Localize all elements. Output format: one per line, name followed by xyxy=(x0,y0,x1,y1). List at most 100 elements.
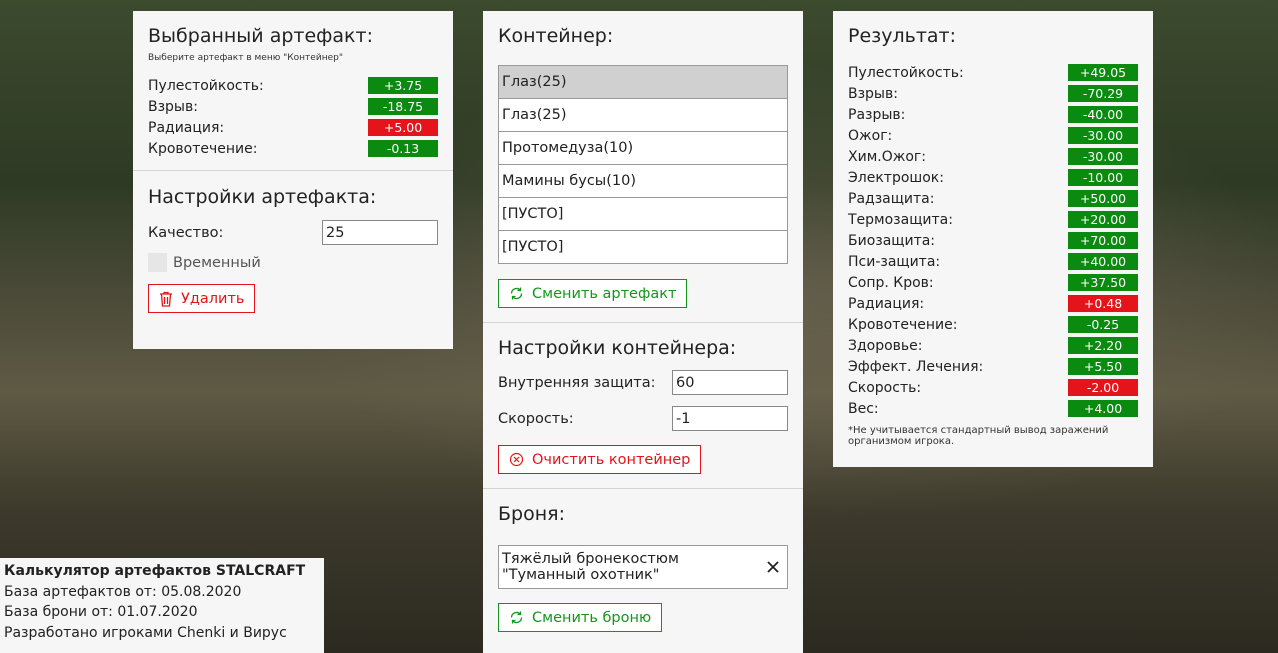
stat-row: Пси-защита: +40.00 xyxy=(848,251,1138,272)
close-icon[interactable] xyxy=(767,561,779,573)
clear-container-label: Очистить контейнер xyxy=(532,451,691,468)
stat-label: Эффект. Лечения: xyxy=(848,358,984,375)
stat-label: Скорость: xyxy=(848,379,922,396)
result-stats: Пулестойкость: +49.05 Взрыв: -70.29 Разрыв: -… xyxy=(848,62,1138,419)
container-slot[interactable]: Мамины бусы(10) xyxy=(499,164,787,197)
clear-container-wrap: Очистить контейнер xyxy=(498,445,788,474)
stat-label: Электрошок: xyxy=(848,169,944,186)
delete-wrap: Удалить xyxy=(148,284,438,313)
info-artifacts-db: База артефактов от: 05.08.2020 xyxy=(4,583,242,600)
temporary-label: Временный xyxy=(173,254,261,271)
stat-value: -2.00 xyxy=(1068,379,1138,396)
stat-row: Ожог: -30.00 xyxy=(848,125,1138,146)
stat-value: +3.75 xyxy=(368,77,438,94)
stat-label: Радиация: xyxy=(848,295,925,312)
info-authors: Разработано игроками Chenki и Вирус xyxy=(4,624,287,641)
stat-row: Скорость: -2.00 xyxy=(848,377,1138,398)
selected-artifact-panel: Выбранный артефакт: Выберите артефакт в … xyxy=(133,11,453,349)
container-panel: Контейнер: Глаз(25) Глаз(25) Протомедуза… xyxy=(483,11,803,653)
stat-value: +40.00 xyxy=(1068,253,1138,270)
speed-input[interactable] xyxy=(672,406,788,431)
protection-row: Внутренняя защита: xyxy=(498,370,788,395)
refresh-icon xyxy=(509,286,524,301)
stat-value: +37.50 xyxy=(1068,274,1138,291)
clear-container-button[interactable]: Очистить контейнер xyxy=(498,445,702,474)
stat-label: Ожог: xyxy=(848,127,893,144)
container-slot[interactable]: [ПУСТО] xyxy=(499,230,787,263)
info-armor-db: База брони от: 01.07.2020 xyxy=(4,604,198,620)
result-title: Результат: xyxy=(848,25,957,47)
stat-row: Сопр. Кров: +37.50 xyxy=(848,272,1138,293)
stat-label: Вес: xyxy=(848,400,879,417)
change-armor-label: Сменить броню xyxy=(532,609,652,626)
info-box: Калькулятор артефактов STALCRAFT База ар… xyxy=(0,558,324,653)
stat-row: Эффект. Лечения: +5.50 xyxy=(848,356,1138,377)
stat-row: Пулестойкость: +49.05 xyxy=(848,62,1138,83)
speed-label: Скорость: xyxy=(498,410,574,427)
artifact-settings-title: Настройки артефакта: xyxy=(148,186,377,208)
stat-row: Электрошок: -10.00 xyxy=(848,167,1138,188)
stat-row: Хим.Ожог: -30.00 xyxy=(848,146,1138,167)
stat-row: Пулестойкость: +3.75 xyxy=(148,75,438,96)
container-slot[interactable]: Глаз(25) xyxy=(499,66,787,98)
change-armor-wrap: Сменить броню xyxy=(498,603,788,632)
container-slot[interactable]: Глаз(25) xyxy=(499,98,787,131)
stat-value: -0.13 xyxy=(368,140,438,157)
stat-label: Здоровье: xyxy=(848,337,923,354)
armor-selected-name: Тяжёлый бронекостюм "Туманный охотник" xyxy=(502,551,679,583)
stat-value: +20.00 xyxy=(1068,211,1138,228)
container-slot[interactable]: [ПУСТО] xyxy=(499,197,787,230)
stat-label: Взрыв: xyxy=(148,98,198,115)
delete-label: Удалить xyxy=(181,290,245,307)
stat-label: Пси-защита: xyxy=(848,253,941,270)
trash-icon xyxy=(159,291,173,307)
protection-label: Внутренняя защита: xyxy=(498,374,656,391)
armor-title: Броня: xyxy=(498,503,565,525)
stat-value: -30.00 xyxy=(1068,127,1138,144)
stat-row: Взрыв: -18.75 xyxy=(148,96,438,117)
stat-row: Радиация: +0.48 xyxy=(848,293,1138,314)
stat-row: Разрыв: -40.00 xyxy=(848,104,1138,125)
quality-label: Качество: xyxy=(148,224,224,241)
change-armor-button[interactable]: Сменить броню xyxy=(498,603,663,632)
stat-row: Вес: +4.00 xyxy=(848,398,1138,419)
stat-label: Разрыв: xyxy=(848,106,906,123)
info-title: Калькулятор артефактов STALCRAFT xyxy=(4,563,306,579)
container-title: Контейнер: xyxy=(498,25,614,47)
delete-button[interactable]: Удалить xyxy=(148,284,256,313)
protection-input[interactable] xyxy=(672,370,788,395)
selected-artifact-stats: Пулестойкость: +3.75 Взрыв: -18.75 Радиа… xyxy=(148,75,438,159)
temporary-checkbox[interactable] xyxy=(148,253,167,272)
stat-row: Радзащита: +50.00 xyxy=(848,188,1138,209)
clear-circle-icon xyxy=(509,452,524,467)
armor-selected-box[interactable]: Тяжёлый бронекостюм "Туманный охотник" xyxy=(498,545,788,589)
stat-label: Взрыв: xyxy=(848,85,898,102)
change-artifact-wrap: Сменить артефакт xyxy=(498,279,788,308)
selected-artifact-hint: Выберите артефакт в меню "Контейнер" xyxy=(148,53,343,63)
stat-value: +50.00 xyxy=(1068,190,1138,207)
stat-label: Термозащита: xyxy=(848,211,953,228)
stat-value: -0.25 xyxy=(1068,316,1138,333)
stat-value: -18.75 xyxy=(368,98,438,115)
stat-value: -10.00 xyxy=(1068,169,1138,186)
stat-row: Биозащита: +70.00 xyxy=(848,230,1138,251)
selected-artifact-title: Выбранный артефакт: xyxy=(148,25,373,47)
stat-value: +2.20 xyxy=(1068,337,1138,354)
stat-value: -30.00 xyxy=(1068,148,1138,165)
stat-label: Пулестойкость: xyxy=(148,77,264,94)
stat-label: Биозащита: xyxy=(848,232,936,249)
stat-value: -40.00 xyxy=(1068,106,1138,123)
change-artifact-button[interactable]: Сменить артефакт xyxy=(498,279,688,308)
container-slot[interactable]: Протомедуза(10) xyxy=(499,131,787,164)
stat-value: +70.00 xyxy=(1068,232,1138,249)
quality-input[interactable] xyxy=(322,220,438,245)
stat-label: Радиация: xyxy=(148,119,225,136)
stat-value: +49.05 xyxy=(1068,64,1138,81)
result-footnote: *Не учитывается стандартный вывод зараже… xyxy=(848,425,1109,447)
stat-value: +5.50 xyxy=(1068,358,1138,375)
stat-label: Сопр. Кров: xyxy=(848,274,934,291)
stat-label: Кровотечение: xyxy=(148,140,258,157)
quality-row: Качество: xyxy=(148,220,438,245)
stat-row: Взрыв: -70.29 xyxy=(848,83,1138,104)
stat-label: Радзащита: xyxy=(848,190,935,207)
